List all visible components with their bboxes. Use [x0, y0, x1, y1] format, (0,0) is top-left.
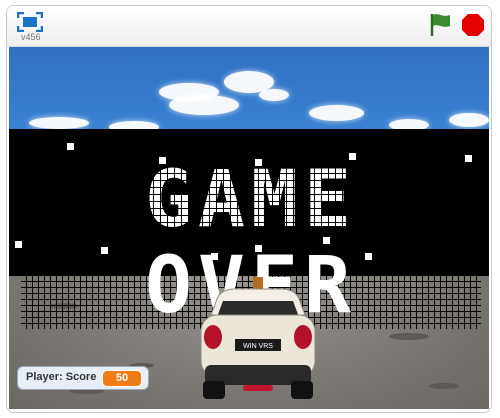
cloud	[309, 105, 364, 121]
player-toolbar: v456	[7, 6, 491, 47]
game-over-banner: GAME OVER	[9, 129, 489, 329]
car-right-wheel	[291, 381, 313, 399]
sparkle	[255, 245, 262, 252]
car-left-wheel	[203, 381, 225, 399]
road-texture	[389, 333, 429, 340]
monitor-value: 50	[102, 370, 142, 387]
variable-monitor-score[interactable]: Player: Score 50	[17, 366, 149, 390]
sparkle	[159, 157, 166, 164]
sparkle	[211, 253, 218, 260]
fullscreen-icon	[16, 11, 44, 33]
stage[interactable]: GAME OVER WIN VRS Player: Score 50	[9, 47, 489, 409]
monitor-label: Player: Score	[26, 371, 97, 383]
cloud	[169, 95, 239, 115]
version-label: v456	[21, 32, 41, 42]
car-plate-text: WIN VRS	[243, 343, 273, 350]
car-exhaust	[243, 385, 273, 391]
sparkle	[365, 253, 372, 260]
sparkle	[465, 155, 472, 162]
car-right-taillight	[294, 325, 312, 349]
sparkle	[323, 237, 330, 244]
sparkle	[349, 153, 356, 160]
sparkle	[67, 143, 74, 150]
sparkle	[15, 241, 22, 248]
car-left-taillight	[204, 325, 222, 349]
green-flag-button[interactable]	[429, 12, 453, 38]
stop-button[interactable]	[461, 13, 485, 37]
cloud	[259, 89, 289, 101]
green-flag-icon	[430, 14, 450, 36]
car-sprite[interactable]: WIN VRS	[185, 277, 331, 409]
road-texture	[429, 383, 459, 389]
sparkle	[101, 247, 108, 254]
fullscreen-button[interactable]	[16, 11, 44, 33]
cloud	[449, 113, 489, 127]
stop-icon	[462, 14, 484, 36]
cloud	[29, 117, 89, 129]
scratch-player: v456 GAME OVER WIN VRS Player: Score 50	[6, 5, 492, 413]
sparkle	[255, 159, 262, 166]
